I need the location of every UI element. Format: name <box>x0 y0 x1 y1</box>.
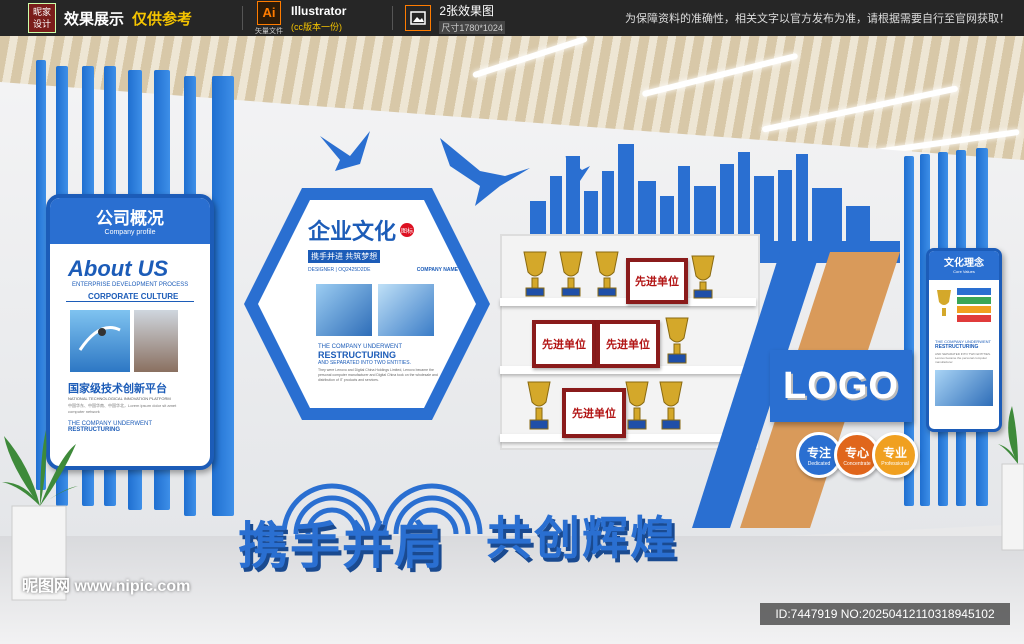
blue-stripe <box>212 76 234 516</box>
badge-en: Professional <box>881 460 909 467</box>
award-plaque: 先进单位 <box>562 388 626 438</box>
hex-meta-row: DESIGNER | OQ2425D2DE COMPANY NAME <box>308 267 458 273</box>
designer-code: DESIGNER | OQ2425D2DE <box>308 267 371 273</box>
image-count: 2张效果图 <box>439 4 495 18</box>
image-info: 2张效果图 尺寸1780*1024 <box>439 2 505 34</box>
panel-heading: 文化理念 <box>944 258 984 269</box>
award-plaque: 先进单位 <box>596 320 660 368</box>
banner-title: 效果展示 <box>64 10 125 28</box>
banner-accent: 仅供参考 <box>132 10 193 28</box>
building-photo-1 <box>316 284 372 336</box>
hex-panel-content: 企业文化 图标 携手并进 共筑梦想 DESIGNER | OQ2425D2DE … <box>308 214 458 273</box>
app-name: Illustrator <box>291 3 347 18</box>
logo-text: LOGO <box>783 364 899 407</box>
badge-professional: 专业 Professional <box>872 432 918 478</box>
badge-zh: 专心 <box>844 445 869 460</box>
culture-label: CORPORATE CULTURE <box>66 288 194 302</box>
brand-logo-line2: 设计 <box>32 19 51 29</box>
award-plaque: 先进单位 <box>626 258 688 304</box>
brand-logo-line1: 昵家 <box>32 7 51 17</box>
trophy-icon <box>625 381 683 430</box>
athlete-photo <box>70 310 130 372</box>
app-info: Illustrator (cc版本一份) <box>291 4 346 33</box>
panel-heading-en: Company profile <box>104 229 156 236</box>
about-heading: About US <box>68 256 169 281</box>
rp-line1: THE COMPANY UNDERWENT <box>935 339 992 344</box>
panel-header: 文化理念 Core Values <box>929 251 999 280</box>
culture-wall-render: 公司概况 Company profile About US ENTERPRISE… <box>0 36 1024 644</box>
panel-heading-en: Core Values <box>953 269 975 274</box>
floor-slogan-part1: 携手并肩 <box>238 518 446 574</box>
trophy-icon <box>527 381 551 430</box>
panel-header: 公司概况 Company profile <box>50 198 210 244</box>
company-name: COMPANY NAME <box>416 267 458 273</box>
logo-box: LOGO <box>770 350 912 422</box>
divider <box>242 6 244 30</box>
rp-small: AND SEPARATED INTO TWO ENTITIES. Lenovo … <box>935 352 991 364</box>
hex-text-block: THE COMPANY UNDERWENT RESTRUCTURING AND … <box>318 344 448 383</box>
photo-row <box>50 302 210 372</box>
about-sub: ENTERPRISE DEVELOPMENT PROCESS <box>72 282 189 288</box>
building-photo <box>935 370 993 406</box>
hex-line3: AND SEPARATED INTO TWO ENTITIES. <box>318 360 411 366</box>
illustrator-icon: Ai <box>257 0 282 25</box>
building-photo-2 <box>378 284 434 336</box>
badge-en: Concentrate <box>843 460 871 467</box>
hex-line2: RESTRUCTURING <box>318 350 396 360</box>
body-text: 中国华东、中国华南、中国华北，Lorem ipsum dolor sit ame… <box>68 403 177 414</box>
award-plaque: 先进单位 <box>532 320 596 368</box>
potted-plant <box>998 406 1024 551</box>
image-size: 尺寸1780*1024 <box>439 21 505 34</box>
hex-title: 企业文化 <box>308 219 397 244</box>
badge-zh: 专业 <box>882 445 907 460</box>
panel-heading: 公司概况 <box>96 209 164 228</box>
lion-statue-photo <box>134 310 178 372</box>
brand-logo: 昵家 设计 <box>28 3 56 33</box>
disclaimer-note: 为保障资料的准确性，相关文字以官方发布为准，请根据需要自行至官网获取！ <box>625 13 1010 25</box>
hex-small-text: They were Lenovo and Digital China Holdi… <box>318 368 438 382</box>
app-version: (cc版本一份) <box>291 21 343 32</box>
divider <box>392 6 394 30</box>
image-id-watermark: ID:7447919 NO:20250412110318945102 <box>760 603 1010 625</box>
hex-badge: 图标 <box>400 223 415 237</box>
values-infographic <box>937 288 991 322</box>
image-icon <box>405 5 432 31</box>
top-banner: 昵家 设计 效果展示 仅供参考 Ai 矢量文件 Illustrator (cc版… <box>0 0 1024 36</box>
platform-title: 国家级技术创新平台 <box>68 383 167 395</box>
hex-title-row: 企业文化 图标 <box>308 214 458 246</box>
floor-slogan-part2: 共创辉煌 <box>486 512 678 564</box>
ai-file-badge: Ai 矢量文件 <box>255 0 284 36</box>
badge-en: Dedicated <box>807 460 831 467</box>
badge-zh: 专注 <box>806 445 831 460</box>
ai-sub-label: 矢量文件 <box>255 27 284 35</box>
hex-slogan: 携手并进 共筑梦想 <box>308 250 381 263</box>
site-watermark: 昵图网 www.nipic.com <box>22 578 191 595</box>
core-values-panel: 文化理念 Core Values THE COMPANY UNDERWENT R… <box>926 248 1002 432</box>
